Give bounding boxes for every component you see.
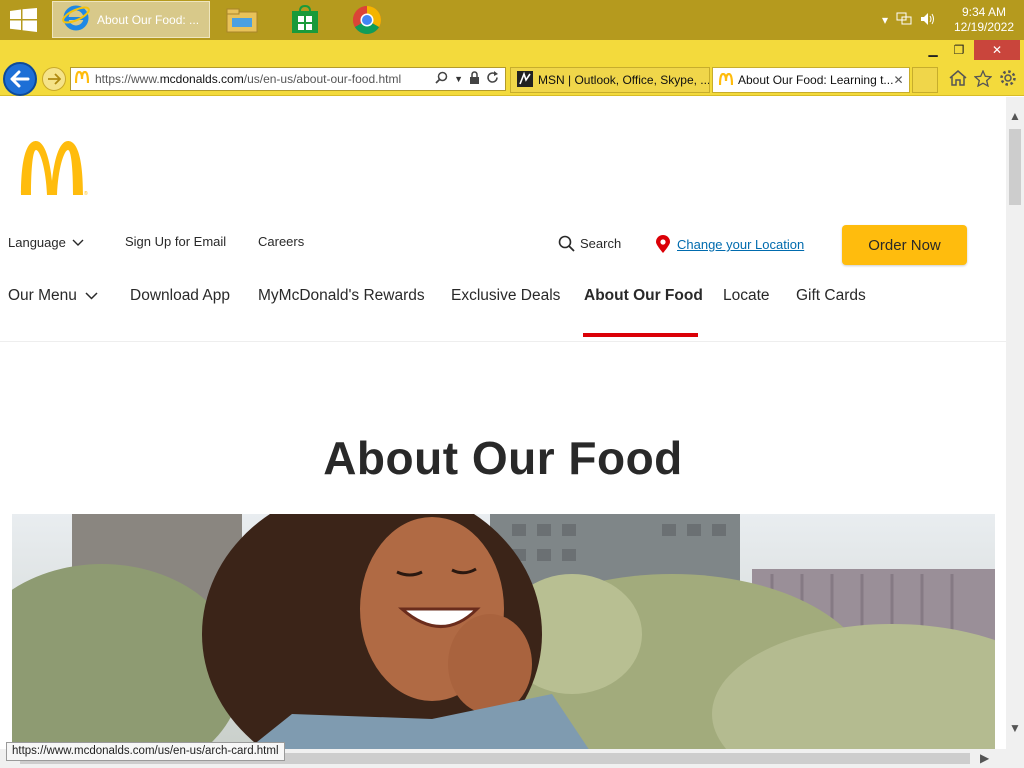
tab-about-our-food-label: About Our Food: Learning t... — [738, 73, 894, 87]
chrome-icon[interactable] — [351, 4, 383, 36]
scroll-down-icon[interactable]: ▼ — [1009, 721, 1021, 735]
svg-text:®: ® — [84, 190, 88, 197]
new-tab-button[interactable] — [912, 67, 938, 93]
page-title: About Our Food — [323, 432, 683, 484]
web-page: ® Language Sign Up for Email Careers Sea… — [0, 97, 1006, 749]
vertical-scroll-thumb[interactable] — [1009, 129, 1021, 205]
system-tray: ▾ 9:34 AM 12/19/2022 — [882, 0, 1024, 40]
store-icon[interactable] — [289, 4, 321, 36]
msn-favicon-icon — [517, 70, 533, 90]
ie-icon — [61, 2, 91, 37]
search-icon — [558, 235, 575, 252]
url-prefix: https://www. — [95, 72, 160, 86]
location-pin-icon — [656, 235, 670, 253]
nav-gift-cards[interactable]: Gift Cards — [796, 287, 866, 305]
dropdown-chevron-icon[interactable]: ▼ — [454, 74, 463, 84]
nav-our-menu-label: Our Menu — [8, 287, 77, 304]
vertical-scrollbar[interactable]: ▲ ▼ — [1006, 97, 1024, 749]
active-nav-indicator — [583, 333, 698, 337]
nav-divider — [0, 341, 1006, 342]
forward-arrow-icon — [48, 73, 61, 85]
language-label: Language — [8, 235, 66, 250]
scroll-right-icon[interactable]: ▶ — [980, 751, 989, 765]
window-titlebar: ▁ ❐ ✕ — [0, 40, 1024, 60]
settings-gear-icon[interactable] — [998, 68, 1018, 88]
restore-icon[interactable]: ❐ — [946, 40, 972, 60]
nav-rewards[interactable]: MyMcDonald's Rewards — [258, 287, 425, 305]
hero-photo-woman-eating — [12, 514, 995, 749]
home-icon[interactable] — [948, 68, 968, 88]
volume-icon[interactable] — [920, 12, 936, 29]
file-explorer-icon[interactable] — [226, 4, 258, 36]
taskbar: About Our Food: ... ▾ 9:34 AM 12/19/2022 — [0, 0, 1024, 40]
address-bar[interactable]: https://www.mcdonalds.com/us/en-us/about… — [70, 67, 506, 91]
change-location-link[interactable]: Change your Location — [655, 235, 804, 254]
address-url[interactable]: https://www.mcdonalds.com/us/en-us/about… — [95, 72, 435, 86]
language-dropdown[interactable]: Language — [8, 235, 84, 250]
search-icon[interactable] — [435, 71, 448, 87]
back-arrow-icon — [10, 70, 30, 88]
url-domain: mcdonalds.com — [159, 72, 244, 86]
close-icon[interactable]: ✕ — [974, 40, 1020, 60]
nav-exclusive-deals[interactable]: Exclusive Deals — [451, 287, 560, 305]
tab-msn-label: MSN | Outlook, Office, Skype, ... — [538, 73, 710, 87]
network-icon[interactable] — [896, 12, 912, 29]
careers-link[interactable]: Careers — [258, 234, 304, 249]
url-path: /us/en-us/about-our-food.html — [243, 72, 402, 86]
tab-close-icon[interactable]: ✕ — [893, 73, 903, 87]
back-button[interactable] — [3, 62, 37, 96]
clock-time: 9:34 AM — [961, 5, 1007, 19]
order-now-button[interactable]: Order Now — [842, 225, 967, 265]
signup-email-link[interactable]: Sign Up for Email — [125, 234, 226, 249]
minimize-icon[interactable]: ▁ — [920, 40, 946, 60]
taskbar-ie-button[interactable]: About Our Food: ... — [52, 1, 210, 38]
clock-date: 12/19/2022 — [953, 20, 1015, 34]
tab-msn[interactable]: MSN | Outlook, Office, Skype, ... — [510, 67, 710, 93]
scroll-up-icon[interactable]: ▲ — [1009, 109, 1021, 123]
search-label: Search — [580, 236, 622, 251]
lock-icon[interactable] — [469, 71, 480, 87]
status-bar-url: https://www.mcdonalds.com/us/en-us/arch-… — [6, 742, 285, 761]
site-favicon-icon — [74, 70, 90, 88]
taskbar-ie-label: About Our Food: ... — [97, 12, 200, 27]
windows-start-icon[interactable] — [10, 8, 38, 32]
chevron-down-icon — [72, 239, 84, 246]
tab-about-our-food[interactable]: About Our Food: Learning t... ✕ — [712, 67, 910, 93]
refresh-icon[interactable] — [486, 71, 499, 87]
nav-our-menu[interactable]: Our Menu — [8, 287, 98, 305]
careers-label: Careers — [258, 234, 305, 249]
show-hidden-icons-icon[interactable]: ▾ — [882, 13, 888, 27]
forward-button[interactable] — [42, 67, 66, 91]
mcd-favicon-icon — [718, 72, 734, 88]
browser-toolbar: https://www.mcdonalds.com/us/en-us/about… — [0, 60, 1024, 96]
favorites-star-icon[interactable] — [973, 68, 993, 88]
mcdonalds-logo[interactable]: ® — [18, 139, 88, 197]
change-location-label: Change your Location — [677, 237, 805, 252]
signup-email-label: Sign Up for Email — [125, 234, 227, 249]
clock[interactable]: 9:34 AM 12/19/2022 — [944, 5, 1024, 35]
search-link[interactable]: Search — [558, 235, 621, 252]
nav-locate[interactable]: Locate — [723, 287, 770, 305]
hero-image[interactable] — [12, 514, 995, 749]
nav-download-app[interactable]: Download App — [130, 287, 230, 305]
nav-about-our-food[interactable]: About Our Food — [584, 287, 703, 305]
chevron-down-icon — [85, 292, 98, 300]
